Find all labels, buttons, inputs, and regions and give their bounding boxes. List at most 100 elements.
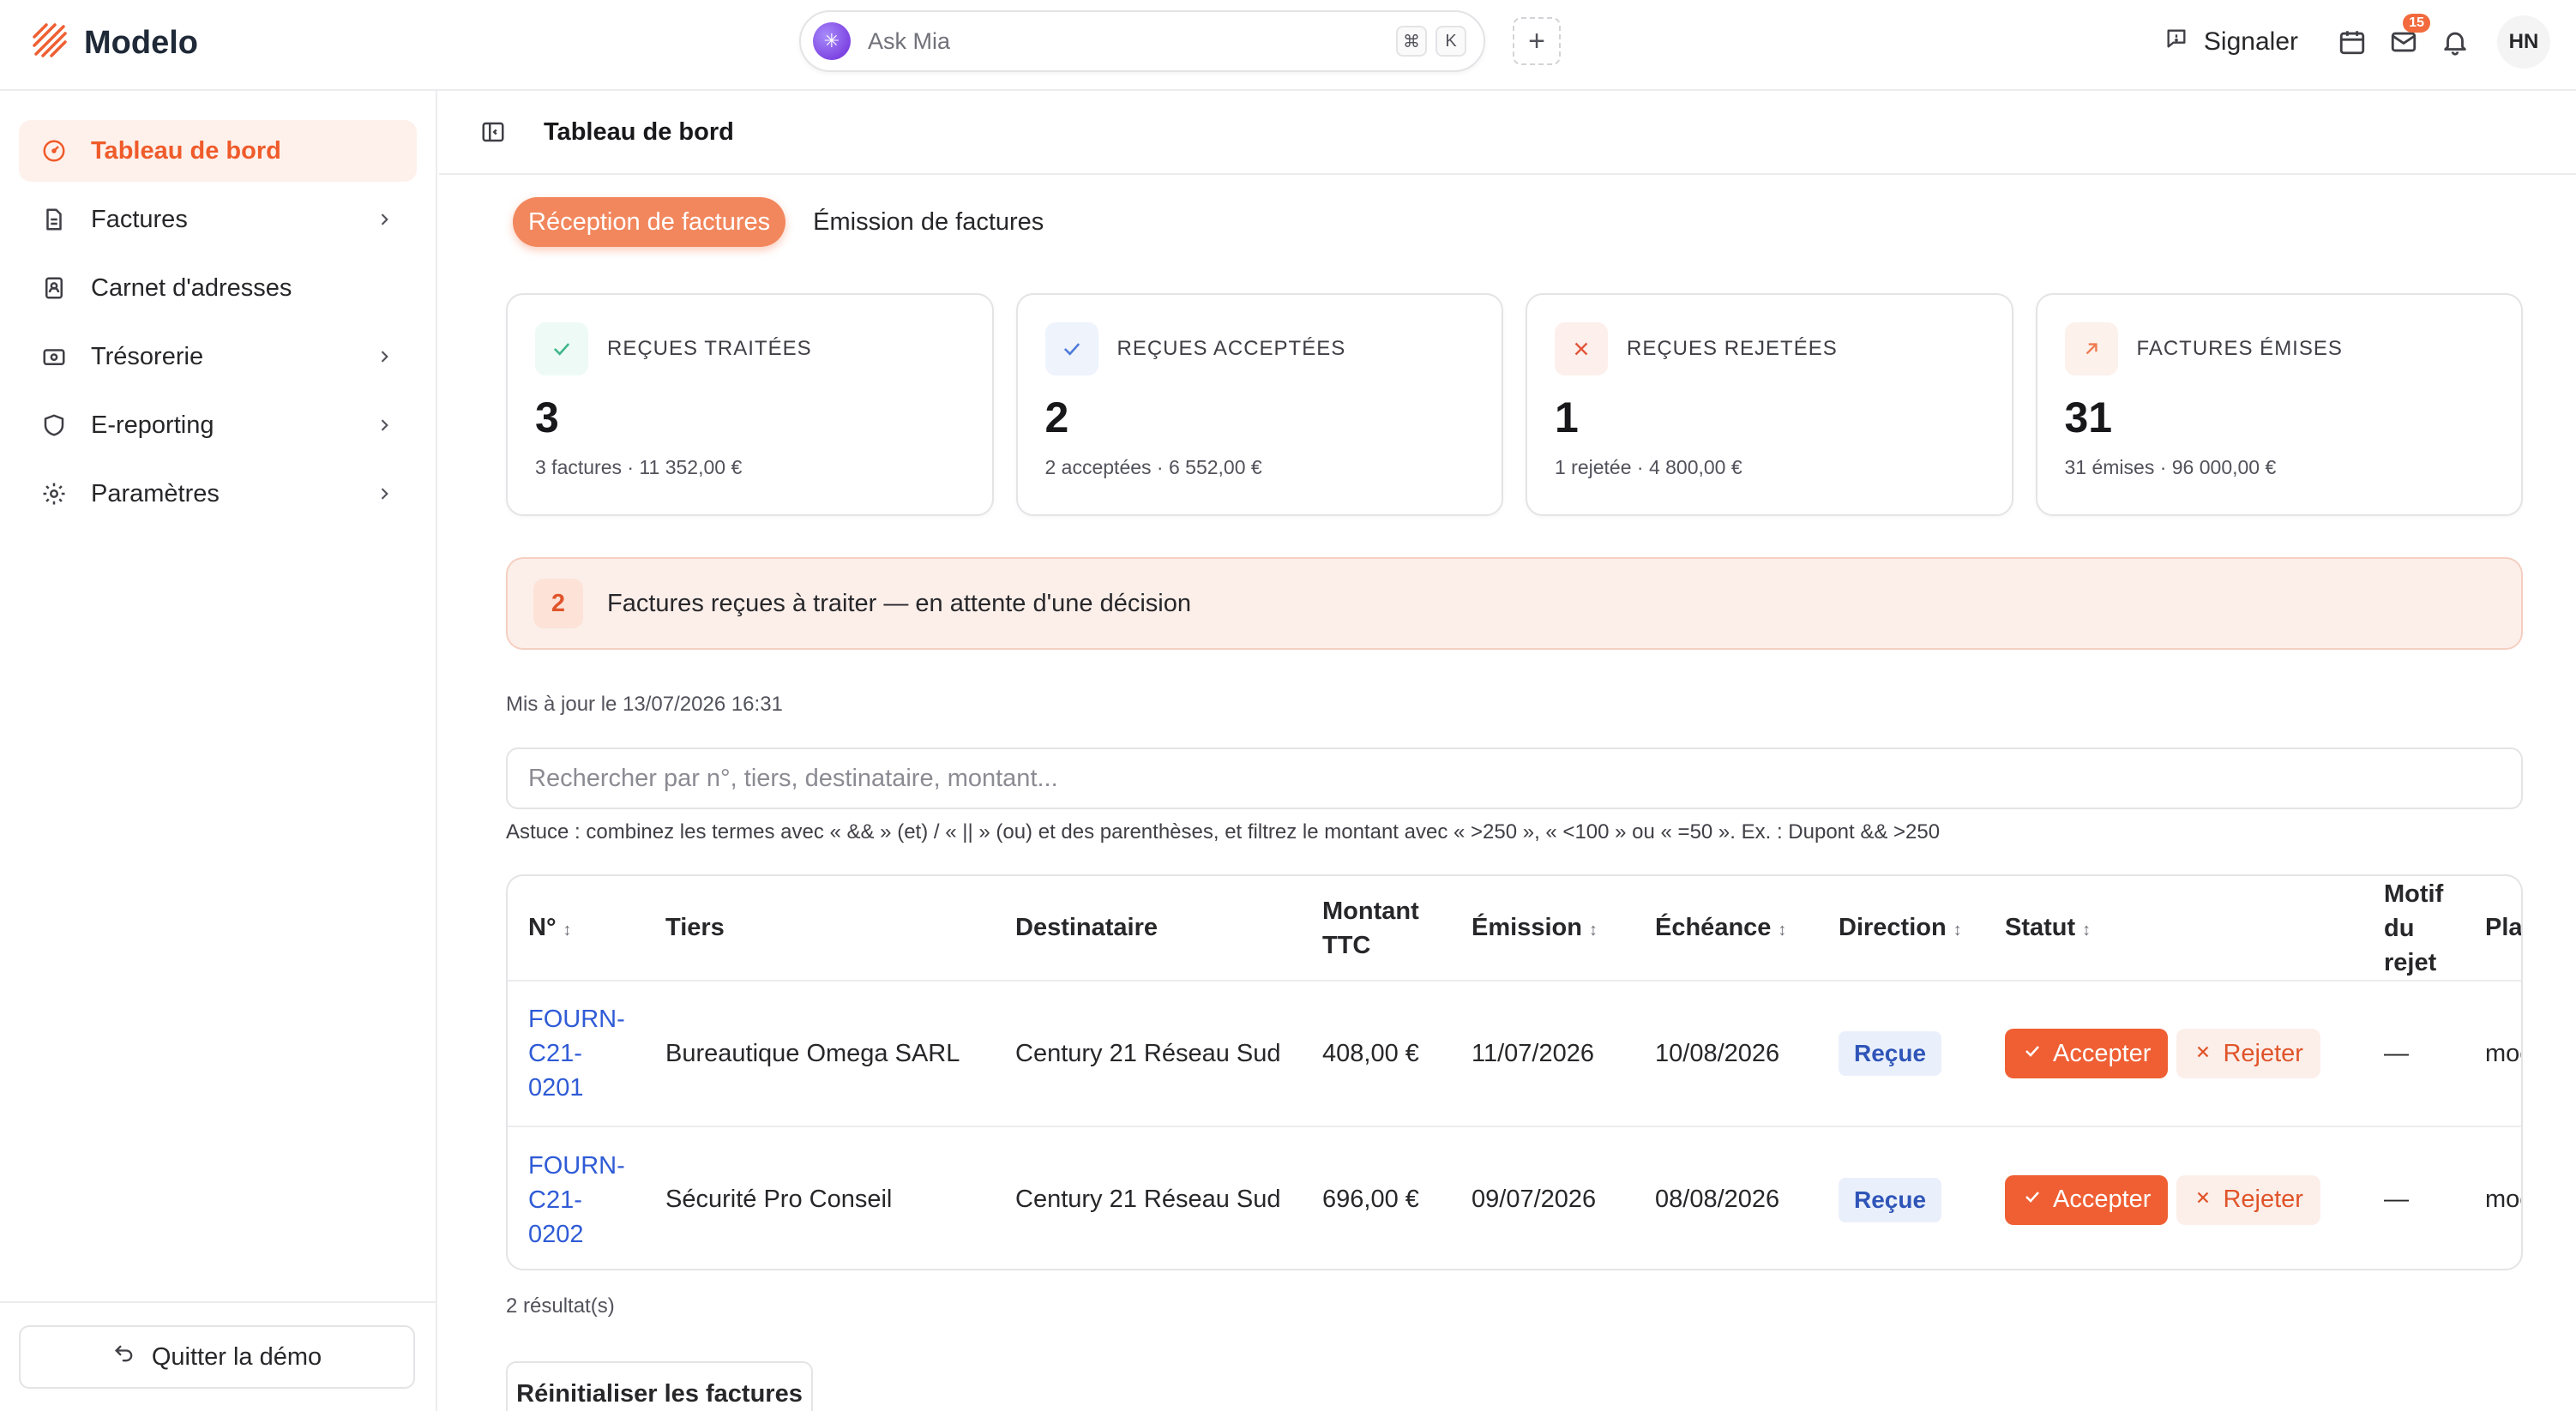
- col-header-direction[interactable]: Direction ↕: [1818, 876, 1984, 982]
- sidebar-item-label: Carnet d'adresses: [91, 273, 292, 302]
- sidebar-item-factures[interactable]: Factures: [19, 189, 417, 250]
- sort-icon: ↕: [2082, 921, 2091, 940]
- stat-value: 2: [1044, 393, 1069, 441]
- stat-card-recues-traitees: REÇUES TRAITÉES 3 3 factures · 11 352,00…: [506, 293, 994, 516]
- reject-button[interactable]: Rejeter: [2176, 1029, 2320, 1078]
- pending-count-badge: 2: [533, 579, 583, 628]
- quit-demo-button[interactable]: Quitter la démo: [19, 1325, 415, 1389]
- signaler-button[interactable]: Signaler: [2164, 27, 2298, 57]
- sidebar-item-carnet-adresses[interactable]: Carnet d'adresses: [19, 257, 417, 319]
- stat-value: 31: [2064, 393, 2113, 441]
- cell-montant: 408,00 €: [1302, 981, 1451, 1127]
- col-header-motif: Motif du rejet: [2363, 876, 2465, 982]
- cell-motif: —: [2363, 981, 2465, 1127]
- sort-icon: ↕: [563, 921, 572, 940]
- invoice-search-input[interactable]: [506, 748, 2523, 809]
- chevron-right-icon: [372, 482, 396, 506]
- chevron-right-icon: [372, 207, 396, 231]
- sidebar-item-label: E-reporting: [91, 411, 214, 439]
- sidebar-nav: Tableau de bord Factures Carnet d'adress…: [0, 91, 436, 525]
- stat-subtext: 1 rejetée · 4 800,00 €: [1555, 456, 1742, 478]
- bell-icon[interactable]: [2439, 26, 2471, 58]
- col-header-destinataire: Destinataire: [995, 876, 1302, 982]
- sidebar-toggle-icon[interactable]: [478, 117, 508, 147]
- stat-subtext: 2 acceptées · 6 552,00 €: [1044, 456, 1262, 478]
- top-right-actions: Signaler 15 HN: [2164, 14, 2550, 69]
- cell-plateforme: mock: [2485, 1186, 2521, 1213]
- stat-card-recues-rejetees: REÇUES REJETÉES 1 1 rejetée · 4 800,00 €: [1526, 293, 2013, 516]
- shortcut-key-k: K: [1435, 26, 1466, 57]
- stat-label: FACTURES ÉMISES: [2136, 337, 2343, 360]
- invoice-number-link[interactable]: FOURN- C21- 0202: [508, 1126, 645, 1269]
- last-updated-text: Mis à jour le 13/07/2026 16:31: [506, 693, 783, 716]
- ask-mia-placeholder: Ask Mia: [868, 27, 951, 54]
- accept-button[interactable]: Accepter: [2005, 1029, 2169, 1078]
- shortcut-key-cmd: ⌘: [1396, 26, 1427, 57]
- tab-emission[interactable]: Émission de factures: [797, 197, 1059, 247]
- table-row: FOURN- C21- 0202 Sécurité Pro Conseil Ce…: [508, 1126, 2521, 1269]
- tab-reception[interactable]: Réception de factures: [513, 197, 786, 247]
- check-icon: [1044, 322, 1098, 375]
- stat-label: REÇUES TRAITÉES: [607, 337, 812, 360]
- sidebar-item-parametres[interactable]: Paramètres: [19, 463, 417, 525]
- avatar[interactable]: HN: [2497, 15, 2550, 69]
- top-bar: Modelo ✳ Ask Mia ⌘ K + Signaler 15 HN: [0, 0, 2576, 91]
- mail-icon[interactable]: 15: [2387, 14, 2430, 58]
- app-name: Modelo: [84, 24, 198, 61]
- cell-destinataire: Century 21 Réseau Sud: [1015, 1186, 1281, 1213]
- pending-invoices-alert[interactable]: 2 Factures reçues à traiter — en attente…: [506, 557, 2523, 650]
- cell-emission: 09/07/2026: [1472, 1186, 1597, 1213]
- stat-label: REÇUES ACCEPTÉES: [1116, 337, 1346, 360]
- cell-statut: Accepter Rejeter: [1984, 981, 2363, 1127]
- check-icon: [2022, 1040, 2043, 1068]
- sidebar-item-tableau-de-bord[interactable]: Tableau de bord: [19, 120, 417, 182]
- reject-button[interactable]: Rejeter: [2176, 1174, 2320, 1225]
- table-row: FOURN- C21- 0201 Bureautique Omega SARL …: [508, 981, 2521, 1127]
- invoice-number-link[interactable]: FOURN- C21- 0201: [508, 981, 645, 1127]
- sidebar-item-label: Tableau de bord: [91, 136, 281, 165]
- close-icon: [1555, 322, 1608, 375]
- undo-arrow-icon: [112, 1342, 136, 1372]
- pending-alert-text: Factures reçues à traiter — en attente d…: [607, 589, 1191, 617]
- cell-direction: Reçue: [1818, 1126, 1984, 1269]
- calendar-icon[interactable]: [2336, 26, 2368, 58]
- col-header-statut[interactable]: Statut ↕: [1984, 876, 2363, 982]
- col-header-numero[interactable]: N° ↕: [508, 876, 645, 982]
- cell-emission: 11/07/2026: [1451, 981, 1634, 1127]
- stat-cards: REÇUES TRAITÉES 3 3 factures · 11 352,00…: [506, 293, 2523, 516]
- sidebar-item-label: Factures: [91, 205, 188, 233]
- results-count: 2 résultat(s): [506, 1294, 615, 1318]
- add-button[interactable]: +: [1513, 17, 1561, 65]
- stat-value: 1: [1555, 393, 1579, 441]
- col-header-echeance[interactable]: Échéance ↕: [1634, 876, 1818, 982]
- mail-badge: 15: [2403, 14, 2430, 33]
- sidebar-item-label: Paramètres: [91, 479, 220, 507]
- close-icon: [2194, 1040, 2212, 1068]
- gauge-icon: [39, 136, 69, 165]
- reset-invoices-button[interactable]: Réinitialiser les factures: [506, 1361, 813, 1411]
- quit-demo-label: Quitter la démo: [151, 1342, 322, 1371]
- cell-echeance: 08/08/2026: [1655, 1186, 1780, 1213]
- shield-icon: [39, 411, 69, 440]
- sidebar-item-tresorerie[interactable]: Trésorerie: [19, 326, 417, 387]
- cell-statut: Accepter Rejeter: [1984, 1126, 2363, 1269]
- col-header-montant: Montant TTC: [1302, 876, 1451, 982]
- stat-label: REÇUES REJETÉES: [1627, 337, 1838, 360]
- brand[interactable]: Modelo: [31, 17, 198, 69]
- contacts-book-icon: [39, 273, 69, 303]
- sidebar-item-e-reporting[interactable]: E-reporting: [19, 394, 417, 456]
- invoice-tabs: Réception de factures Émission de factur…: [513, 197, 1059, 247]
- sparkle-icon: ✳: [813, 22, 851, 60]
- col-header-emission[interactable]: Émission ↕: [1451, 876, 1634, 982]
- stat-subtext: 3 factures · 11 352,00 €: [535, 456, 743, 478]
- cell-echeance: 10/08/2026: [1634, 981, 1818, 1127]
- wallet-icon: [39, 342, 69, 371]
- accept-button[interactable]: Accepter: [2005, 1174, 2169, 1225]
- check-icon: [2022, 1186, 2043, 1214]
- search-tip: Astuce : combinez les termes avec « && »…: [506, 820, 1941, 844]
- cell-tiers: Bureautique Omega SARL: [645, 981, 995, 1127]
- col-header-tiers: Tiers: [645, 876, 995, 982]
- col-header-plateforme: Plateforme: [2465, 876, 2521, 982]
- sidebar-item-label: Trésorerie: [91, 342, 204, 370]
- ask-mia-search[interactable]: ✳ Ask Mia ⌘ K: [799, 10, 1485, 72]
